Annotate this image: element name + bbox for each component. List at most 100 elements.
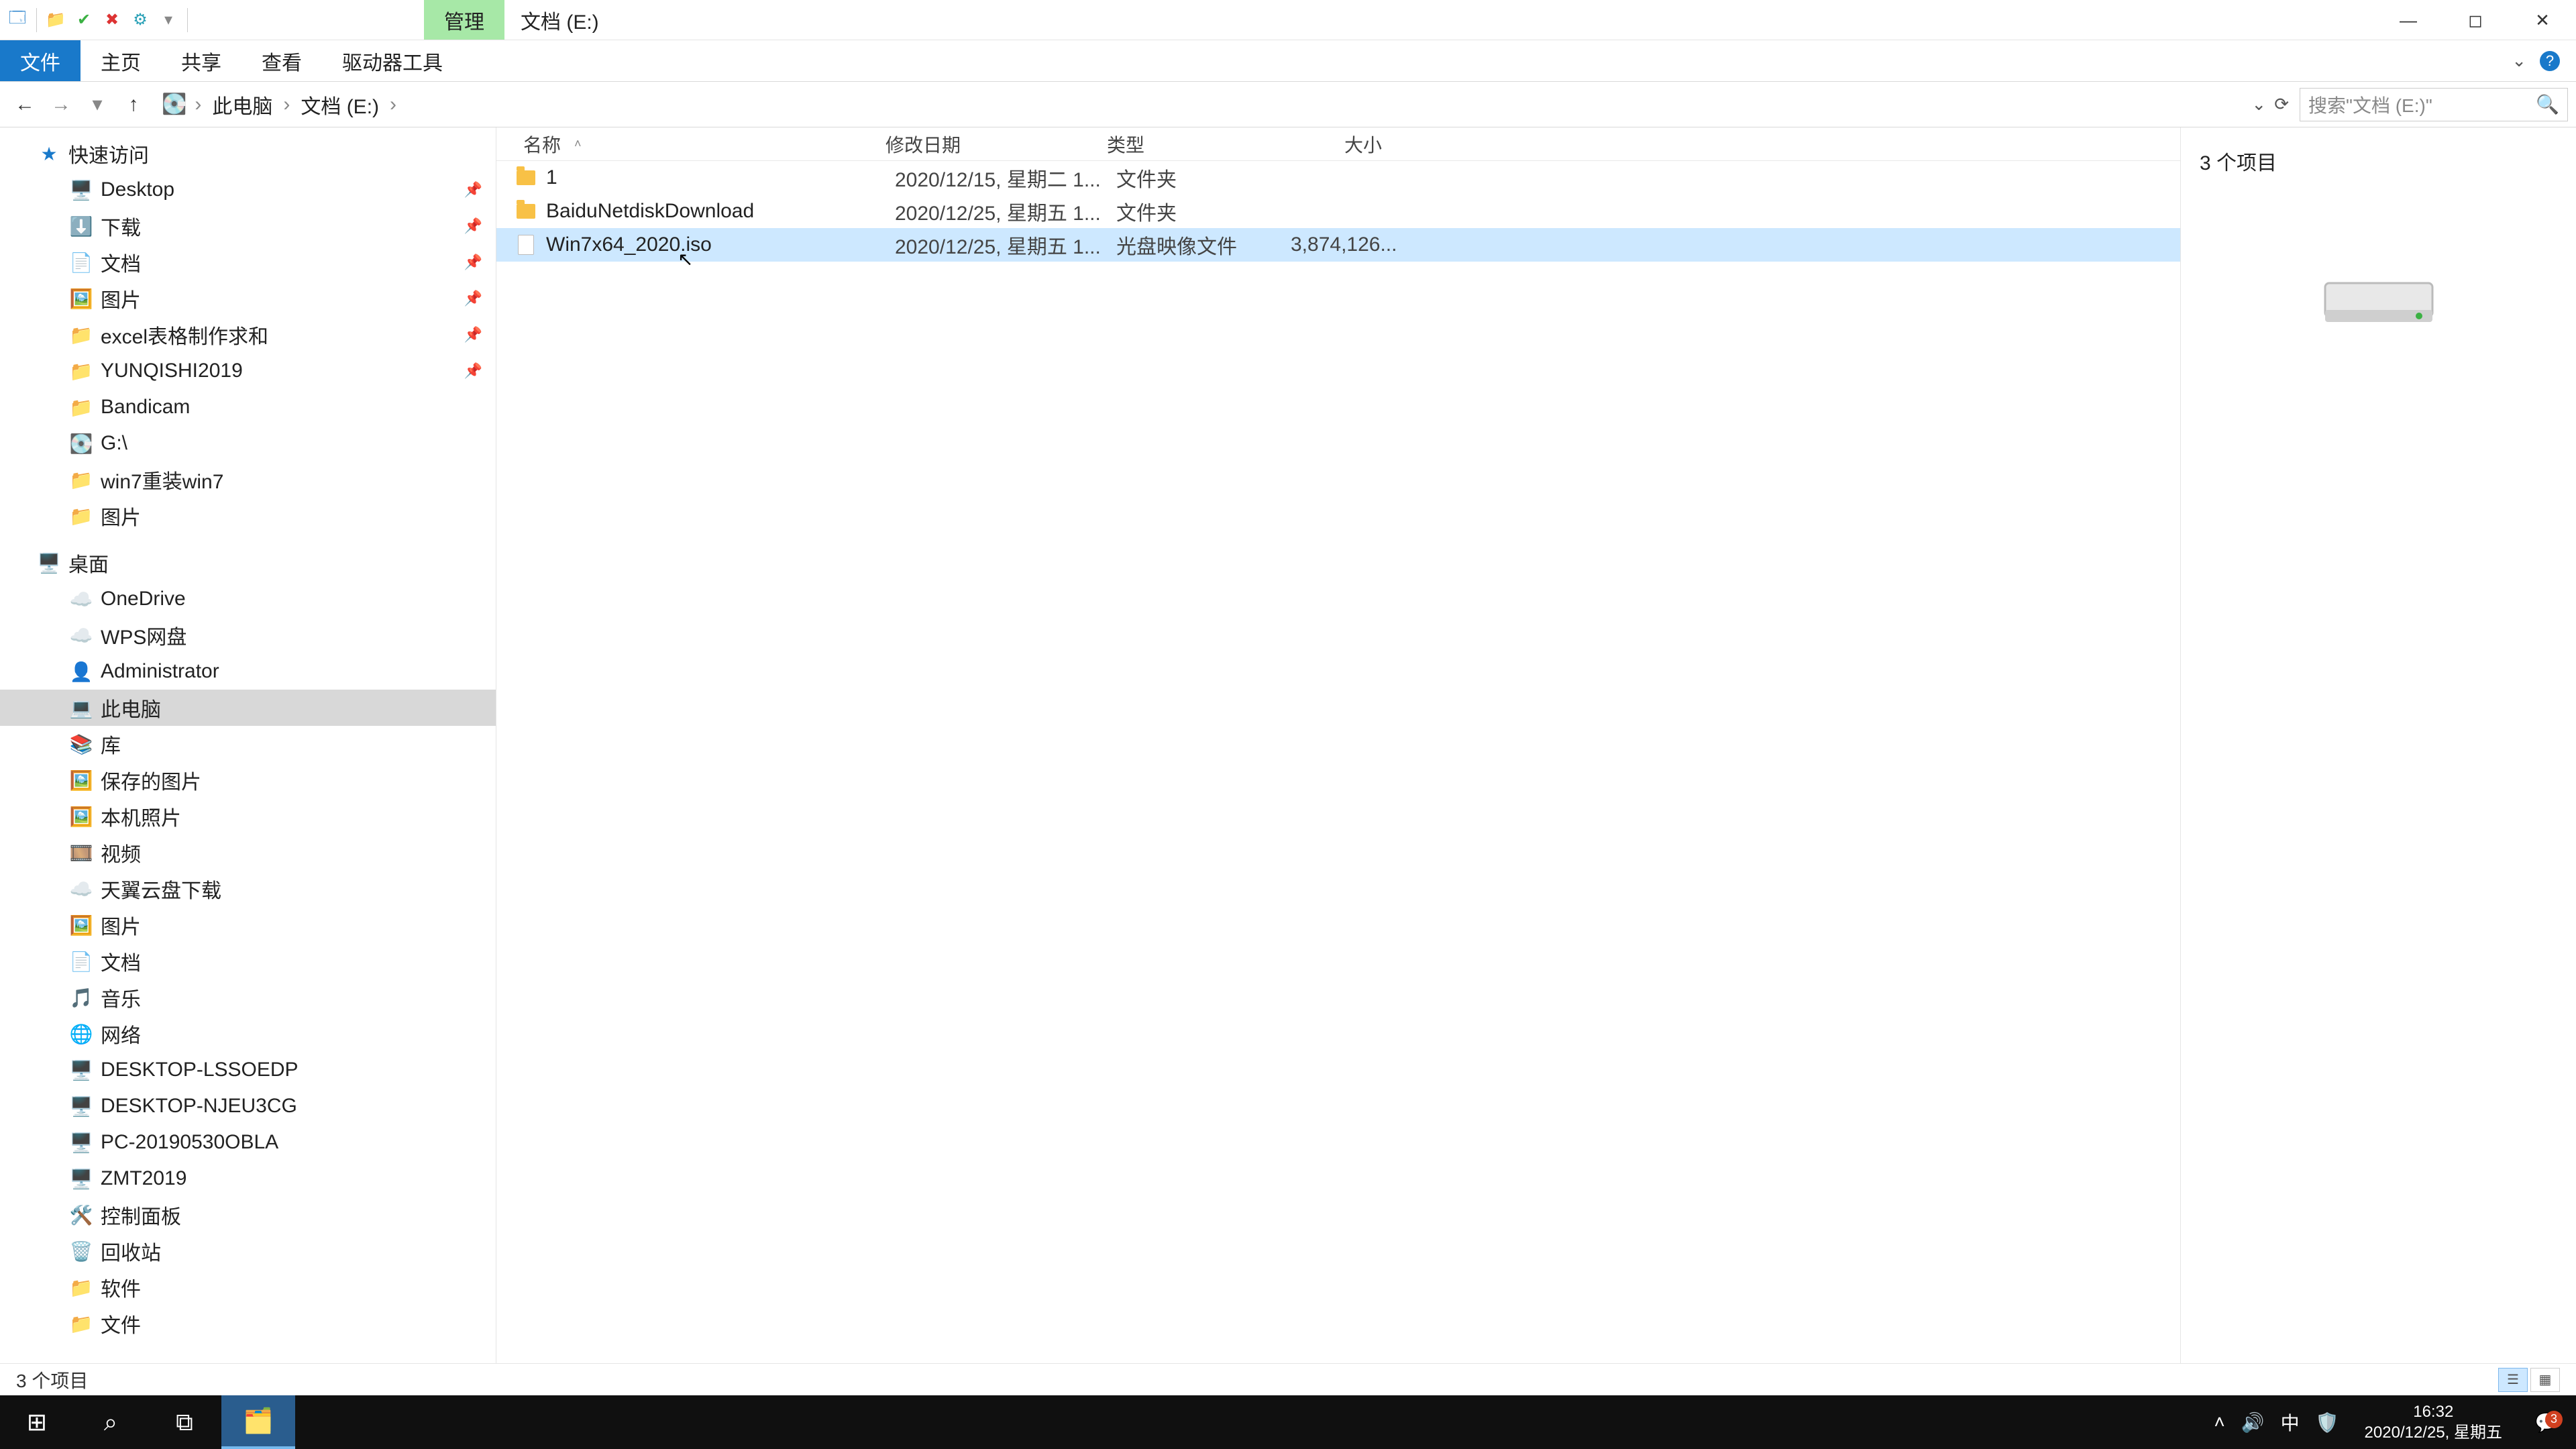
tray-overflow-icon[interactable]: ˄ <box>2214 1411 2224 1433</box>
tree-item[interactable]: 📁excel表格制作求和📌 <box>0 317 496 353</box>
tree-item[interactable]: ☁️天翼云盘下载 <box>0 871 496 907</box>
tree-item[interactable]: 💽G:\ <box>0 425 496 462</box>
tree-item[interactable]: 🖼️图片 <box>0 907 496 943</box>
tree-desktop[interactable]: 🖥️ 桌面 <box>0 545 496 581</box>
tree-item[interactable]: 🖥️DESKTOP-NJEU3CG <box>0 1088 496 1124</box>
file-row[interactable]: BaiduNetdiskDownload 2020/12/25, 星期五 1..… <box>496 195 2180 228</box>
help-icon[interactable]: ? <box>2540 51 2560 71</box>
settings-icon[interactable]: ⚙ <box>128 8 152 32</box>
view-switcher: ☰ ▦ <box>2498 1368 2560 1392</box>
breadcrumb[interactable]: 文档 (E:) <box>298 90 382 119</box>
search-input[interactable]: 搜索"文档 (E:)" 🔍 <box>2300 88 2568 121</box>
context-tab-manage[interactable]: 管理 <box>424 0 504 40</box>
up-button[interactable]: ↑ <box>117 88 150 121</box>
ribbon-collapse-icon[interactable]: ⌄ <box>2512 50 2526 71</box>
tree-item[interactable]: 📁Bandicam <box>0 389 496 425</box>
tree-item[interactable]: 📁图片 <box>0 498 496 534</box>
folder-icon <box>517 170 535 185</box>
item-icon: 💻 <box>70 696 93 719</box>
item-icon: 📁 <box>70 360 93 382</box>
item-icon: 🖼️ <box>70 914 93 936</box>
taskbar-clock[interactable]: 16:32 2020/12/25, 星期五 <box>2355 1401 2512 1443</box>
iso-file-icon <box>518 235 534 255</box>
volume-icon[interactable]: 🔊 <box>2241 1411 2265 1434</box>
tree-item[interactable]: 🖼️保存的图片 <box>0 762 496 798</box>
tree-item[interactable]: 📚库 <box>0 726 496 762</box>
ribbon-tab-view[interactable]: 查看 <box>241 40 322 81</box>
tree-item[interactable]: 🖥️DESKTOP-LSSOEDP <box>0 1052 496 1088</box>
item-icon: ☁️ <box>70 624 93 647</box>
tree-item[interactable]: 👤Administrator <box>0 653 496 690</box>
tree-item[interactable]: 💻此电脑 <box>0 690 496 726</box>
tree-item[interactable]: 🖥️ZMT2019 <box>0 1161 496 1197</box>
column-header-name[interactable]: 名称 ˄ <box>496 131 885 158</box>
forward-button[interactable]: → <box>44 88 78 121</box>
security-icon[interactable]: 🛡️ <box>2316 1411 2339 1434</box>
chevron-right-icon[interactable]: › <box>280 93 292 116</box>
tree-item[interactable]: ⬇️下载📌 <box>0 208 496 244</box>
ribbon-tab-home[interactable]: 主页 <box>80 40 161 81</box>
file-row[interactable]: 1 2020/12/15, 星期二 1... 文件夹 <box>496 161 2180 195</box>
search-button[interactable]: ⌕ <box>74 1395 148 1449</box>
tree-item[interactable]: 📁软件 <box>0 1269 496 1305</box>
tree-item[interactable]: ☁️WPS网盘 <box>0 617 496 653</box>
ribbon-tab-file[interactable]: 文件 <box>0 40 80 81</box>
ime-indicator[interactable]: 中 <box>2281 1409 2300 1436</box>
file-date: 2020/12/15, 星期二 1... <box>895 163 1116 193</box>
navigation-pane[interactable]: ★ 快速访问 🖥️Desktop📌⬇️下载📌📄文档📌🖼️图片📌📁excel表格制… <box>0 127 496 1382</box>
tree-item[interactable]: 🖥️PC-20190530OBLA <box>0 1124 496 1161</box>
thumbnails-view-button[interactable]: ▦ <box>2530 1368 2560 1392</box>
ribbon-tab-drive-tools[interactable]: 驱动器工具 <box>322 40 463 81</box>
tree-item[interactable]: 🎞️视频 <box>0 835 496 871</box>
minimize-button[interactable]: — <box>2375 0 2442 40</box>
tree-label: 视频 <box>101 838 141 867</box>
taskbar-explorer[interactable]: 🗂️ <box>221 1395 295 1449</box>
action-center-button[interactable]: 💬 3 <box>2528 1411 2565 1434</box>
pin-icon: 📌 <box>464 290 482 307</box>
tree-label: OneDrive <box>101 588 186 610</box>
chevron-right-icon[interactable]: › <box>192 93 204 116</box>
chevron-right-icon[interactable]: › <box>387 93 399 116</box>
details-view-button[interactable]: ☰ <box>2498 1368 2528 1392</box>
file-row[interactable]: Win7x64_2020.iso 2020/12/25, 星期五 1... 光盘… <box>496 228 2180 262</box>
column-header-type[interactable]: 类型 <box>1107 131 1281 158</box>
maximize-button[interactable]: ◻ <box>2442 0 2509 40</box>
tree-item[interactable]: 🖼️图片📌 <box>0 280 496 317</box>
file-type: 文件夹 <box>1116 197 1291 226</box>
tree-item[interactable]: 📄文档 <box>0 943 496 979</box>
back-button[interactable]: ← <box>8 88 42 121</box>
search-icon[interactable]: 🔍 <box>2536 93 2559 115</box>
recent-locations-icon[interactable]: ▾ <box>80 88 114 121</box>
check-icon[interactable]: ✔ <box>72 8 96 32</box>
refresh-icon[interactable]: ⟳ <box>2274 94 2289 115</box>
item-icon: 📁 <box>70 1312 93 1335</box>
address-bar[interactable]: 💽 › 此电脑 › 文档 (E:) › <box>153 88 2241 121</box>
tree-item[interactable]: ☁️OneDrive <box>0 581 496 617</box>
address-dropdown-icon[interactable]: ⌄ <box>2251 94 2266 115</box>
column-header-date[interactable]: 修改日期 <box>885 131 1107 158</box>
tree-item[interactable]: 🗑️回收站 <box>0 1233 496 1269</box>
ribbon-tab-share[interactable]: 共享 <box>161 40 241 81</box>
window-title: 文档 (E:) <box>504 0 615 40</box>
column-header-size[interactable]: 大小 <box>1281 131 1395 158</box>
qat-dropdown-icon[interactable]: ▾ <box>156 8 180 32</box>
tree-network[interactable]: 🌐 网络 <box>0 1016 496 1052</box>
tree-item[interactable]: 🖼️本机照片 <box>0 798 496 835</box>
breadcrumb[interactable]: 此电脑 <box>209 90 275 119</box>
tree-item[interactable]: 📁文件 <box>0 1305 496 1342</box>
tree-quick-access[interactable]: ★ 快速访问 <box>0 136 496 172</box>
close-x-icon[interactable]: ✖ <box>100 8 124 32</box>
quick-access-toolbar: 🗔 📁 ✔ ✖ ⚙ ▾ <box>0 0 196 40</box>
start-button[interactable]: ⊞ <box>0 1395 74 1449</box>
close-button[interactable]: ✕ <box>2509 0 2576 40</box>
tree-item[interactable]: 🖥️Desktop📌 <box>0 172 496 208</box>
tree-item[interactable]: 📄文档📌 <box>0 244 496 280</box>
tree-item[interactable]: 📁YUNQISHI2019📌 <box>0 353 496 389</box>
tree-item[interactable]: 🎵音乐 <box>0 979 496 1016</box>
open-folder-icon[interactable]: 📁 <box>44 8 68 32</box>
task-view-button[interactable]: ⧉ <box>148 1395 221 1449</box>
tree-item[interactable]: 📁win7重装win7 <box>0 462 496 498</box>
tree-label: 天翼云盘下载 <box>101 874 221 904</box>
tree-item[interactable]: 🛠️控制面板 <box>0 1197 496 1233</box>
file-list-area: 名称 ˄ 修改日期 类型 大小 1 2020/12/15, 星期二 1... 文… <box>496 127 2180 1382</box>
